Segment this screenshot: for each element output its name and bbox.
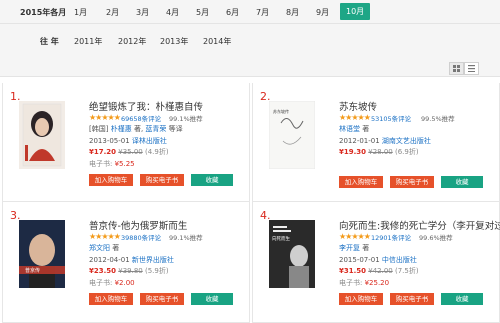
rating-stars-icon: ★★★★★ <box>339 232 371 241</box>
translator-link[interactable]: 蓝青荣 <box>145 125 166 133</box>
pub-line: 2012-01-01 湖南文艺出版社 <box>339 137 431 145</box>
review-count: 53105条评论 <box>371 115 412 123</box>
publisher-link[interactable]: 译林出版社 <box>132 137 167 145</box>
ebook-price: 电子书: ¥25.20 <box>339 279 390 287</box>
book-card-3: 3. 普京传 普京传-他为俄罗斯而生 ★★★★★ 39880条评论 99.1%推… <box>2 202 250 323</box>
recommend-rate: 99.1%推荐 <box>169 234 203 242</box>
month-9[interactable]: 9月 <box>316 7 329 18</box>
add-to-cart-button[interactable]: 加入购物车 <box>339 176 383 188</box>
month-8[interactable]: 8月 <box>286 7 299 18</box>
month-5[interactable]: 5月 <box>196 7 209 18</box>
book-title[interactable]: 绝望锻炼了我：朴槿惠自传 <box>89 99 203 113</box>
month-row-label: 2015年各月 <box>20 8 67 17</box>
book-cover-3[interactable]: 普京传 <box>19 220 65 288</box>
author-line: [韩国] 朴槿惠 著, 蓝青荣 等译 <box>89 125 183 133</box>
year-2013[interactable]: 2013年 <box>160 36 188 47</box>
buy-ebook-button[interactable]: 购买电子书 <box>140 293 184 305</box>
buy-ebook-button[interactable]: 购买电子书 <box>140 174 184 186</box>
book-card-4: 4. 向死而生 向死而生:我修的死亡学分（李开复对过 ★★★★★ 12901条评… <box>252 202 500 323</box>
price-line: ¥19.30 ¥28.00 (6.9折) <box>339 148 419 156</box>
list-view-icon[interactable] <box>464 62 479 75</box>
year-row-label: 往 年 <box>40 37 59 46</box>
view-toggle <box>449 62 479 75</box>
price-line: ¥17.20 ¥35.00 (4.9折) <box>89 148 169 156</box>
price-line: ¥23.50 ¥39.80 (5.9折) <box>89 267 169 275</box>
filter-divider <box>0 23 500 24</box>
favorite-button[interactable]: 收藏 <box>191 293 233 305</box>
svg-text:向死而生: 向死而生 <box>272 235 290 242</box>
author-link[interactable]: 郑文阳 <box>89 244 110 252</box>
year-2014[interactable]: 2014年 <box>203 36 231 47</box>
recommend-rate: 99.5%推荐 <box>421 115 455 123</box>
filter-panel: 2015年各月 1月 2月 3月 4月 5月 6月 7月 8月 9月 10月 往… <box>0 0 500 77</box>
pub-line: 2015-07-01 中信出版社 <box>339 256 417 264</box>
grid-view-icon[interactable] <box>449 62 464 75</box>
month-3[interactable]: 3月 <box>136 7 149 18</box>
add-to-cart-button[interactable]: 加入购物车 <box>89 293 133 305</box>
recommend-rate: 99.1%推荐 <box>169 115 203 123</box>
recommend-rate: 99.6%推荐 <box>419 234 453 242</box>
month-2[interactable]: 2月 <box>106 7 119 18</box>
month-6[interactable]: 6月 <box>226 7 239 18</box>
svg-text:苏东坡传: 苏东坡传 <box>273 108 289 114</box>
rating-stars-icon: ★★★★★ <box>89 113 121 122</box>
publisher-link[interactable]: 新世界出版社 <box>132 256 174 264</box>
book-cover-2[interactable]: 苏东坡传 <box>269 101 315 169</box>
month-1[interactable]: 1月 <box>74 7 87 18</box>
publisher-link[interactable]: 湖南文艺出版社 <box>382 137 431 145</box>
review-count: 69658条评论 <box>121 115 162 123</box>
review-count: 12901条评论 <box>371 234 412 242</box>
author-link[interactable]: 李开复 <box>339 244 360 252</box>
favorite-button[interactable]: 收藏 <box>191 174 233 186</box>
svg-text:普京传: 普京传 <box>25 267 40 274</box>
author-line: 李开复 著 <box>339 244 370 252</box>
book-title[interactable]: 向死而生:我修的死亡学分（李开复对过 <box>339 218 500 232</box>
book-cover-4[interactable]: 向死而生 <box>269 220 315 288</box>
rating-stars-icon: ★★★★★ <box>339 113 371 122</box>
author-link[interactable]: 林语堂 <box>339 125 360 133</box>
favorite-button[interactable]: 收藏 <box>441 293 483 305</box>
add-to-cart-button[interactable]: 加入购物车 <box>339 293 383 305</box>
author-line: 郑文阳 著 <box>89 244 120 252</box>
publisher-link[interactable]: 中信出版社 <box>382 256 417 264</box>
review-count: 39880条评论 <box>121 234 162 242</box>
pub-line: 2013-05-01 译林出版社 <box>89 137 167 145</box>
pub-line: 2012-04-01 新世界出版社 <box>89 256 174 264</box>
year-2012[interactable]: 2012年 <box>118 36 146 47</box>
favorite-button[interactable]: 收藏 <box>441 176 483 188</box>
ebook-price: 电子书: ¥2.00 <box>89 279 135 287</box>
add-to-cart-button[interactable]: 加入购物车 <box>89 174 133 186</box>
buy-ebook-button[interactable]: 购买电子书 <box>390 293 434 305</box>
author-link[interactable]: 朴槿惠 <box>111 125 132 133</box>
year-2011[interactable]: 2011年 <box>74 36 102 47</box>
book-card-1: 1. 绝望锻炼了我：朴槿惠自传 ★★★★★ 69658条评论 99.1%推荐 [… <box>2 83 250 202</box>
month-7[interactable]: 7月 <box>256 7 269 18</box>
book-cover-1[interactable] <box>19 101 65 169</box>
book-card-2: 2. 苏东坡传 苏东坡传 ★★★★★ 53105条评论 99.5%推荐 林语堂 … <box>252 83 500 202</box>
month-4[interactable]: 4月 <box>166 7 179 18</box>
book-title[interactable]: 普京传-他为俄罗斯而生 <box>89 218 187 232</box>
book-title[interactable]: 苏东坡传 <box>339 99 377 113</box>
month-10-active[interactable]: 10月 <box>340 3 371 20</box>
buy-ebook-button[interactable]: 购买电子书 <box>390 176 434 188</box>
rating-stars-icon: ★★★★★ <box>89 232 121 241</box>
price-line: ¥31.50 ¥42.00 (7.5折) <box>339 267 419 275</box>
ebook-price: 电子书: ¥5.25 <box>89 160 135 168</box>
author-line: 林语堂 著 <box>339 125 370 133</box>
